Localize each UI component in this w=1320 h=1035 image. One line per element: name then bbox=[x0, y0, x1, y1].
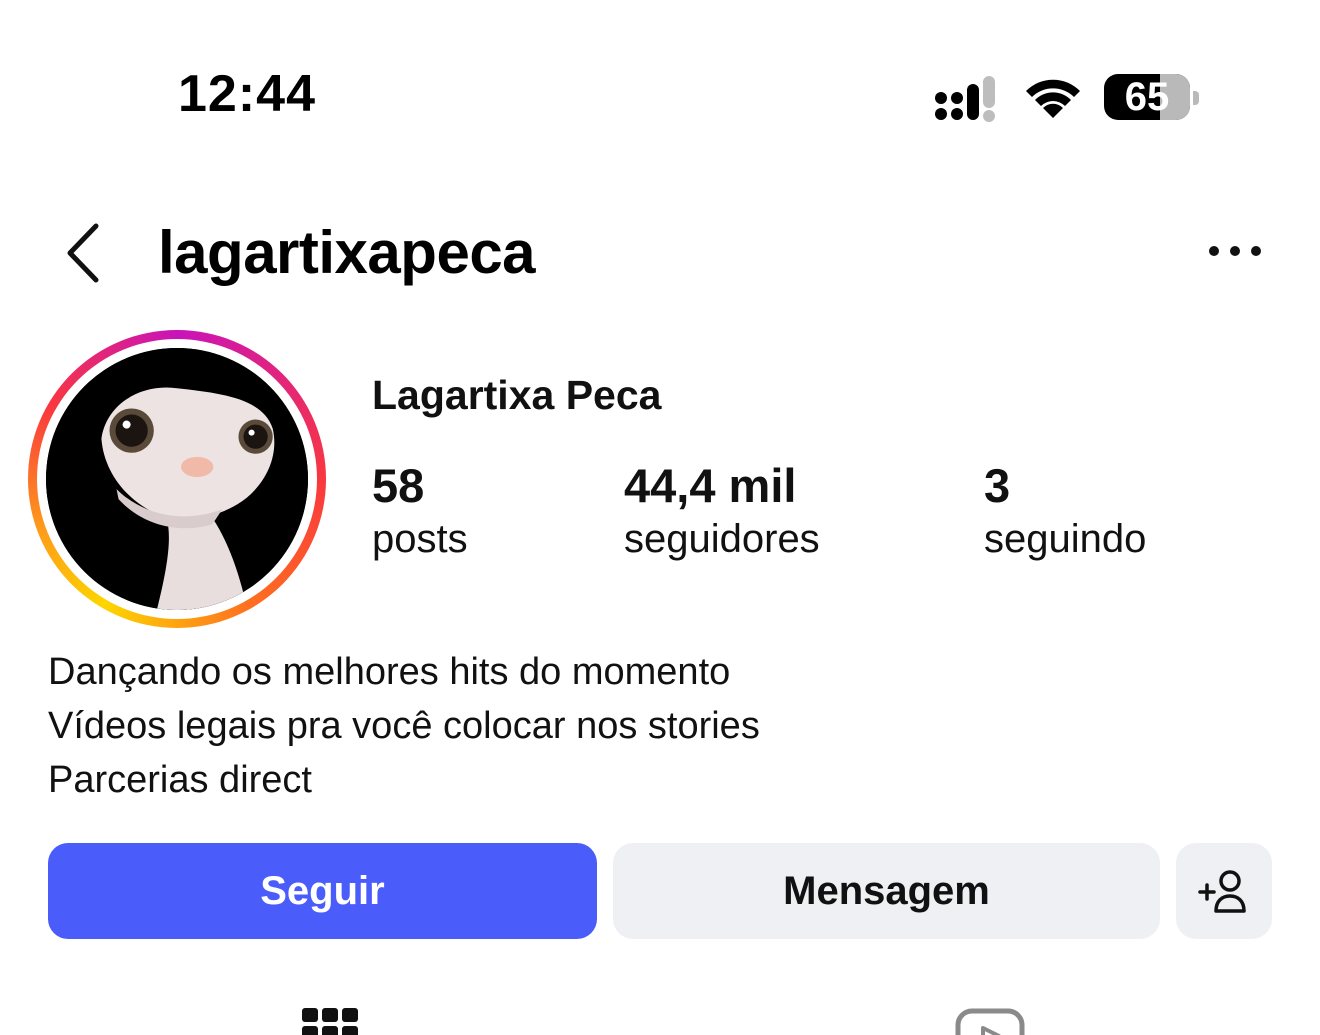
suggested-users-button[interactable] bbox=[1176, 843, 1272, 939]
more-options-icon[interactable] bbox=[1202, 236, 1268, 266]
avatar bbox=[46, 348, 308, 610]
wifi-icon bbox=[1026, 79, 1080, 118]
bio-line: Parcerias direct bbox=[48, 759, 312, 801]
bio-line: Vídeos legais pra você colocar nos stori… bbox=[48, 705, 760, 747]
instagram-profile-screen: 12:44 65 lagartixapeca Lagartixa Peca 58… bbox=[0, 0, 1320, 1035]
profile-username: lagartixapeca bbox=[158, 219, 536, 286]
battery-icon: 65 bbox=[1104, 74, 1190, 120]
posts-count: 58 bbox=[372, 459, 425, 512]
followers-count: 44,4 mil bbox=[624, 459, 797, 512]
bio-line: Dançando os melhores hits do momento bbox=[48, 651, 731, 693]
message-button[interactable]: Mensagem bbox=[613, 843, 1160, 939]
signal-icon bbox=[935, 76, 1004, 122]
posts-label: posts bbox=[372, 517, 468, 561]
battery-tip bbox=[1193, 91, 1199, 105]
story-ring[interactable] bbox=[28, 330, 326, 628]
battery-percent: 65 bbox=[1124, 75, 1170, 119]
profile-bio: Dançando os melhores hits do momento Víd… bbox=[48, 645, 760, 807]
grid-icon[interactable] bbox=[302, 1008, 358, 1035]
follow-button[interactable]: Seguir bbox=[48, 843, 597, 939]
followers-label: seguidores bbox=[624, 517, 820, 561]
reels-icon[interactable] bbox=[955, 1008, 1025, 1035]
back-icon[interactable] bbox=[58, 220, 108, 286]
display-name: Lagartixa Peca bbox=[372, 372, 662, 418]
following-label: seguindo bbox=[984, 517, 1147, 561]
status-time: 12:44 bbox=[178, 65, 316, 123]
stat-followers[interactable]: 44,4 mil seguidores bbox=[624, 458, 820, 564]
stat-posts[interactable]: 58 posts bbox=[372, 458, 468, 564]
lizard-avatar-image bbox=[46, 348, 308, 610]
following-count: 3 bbox=[984, 459, 1011, 512]
add-user-icon bbox=[1198, 870, 1246, 913]
stat-following[interactable]: 3 seguindo bbox=[984, 458, 1146, 564]
